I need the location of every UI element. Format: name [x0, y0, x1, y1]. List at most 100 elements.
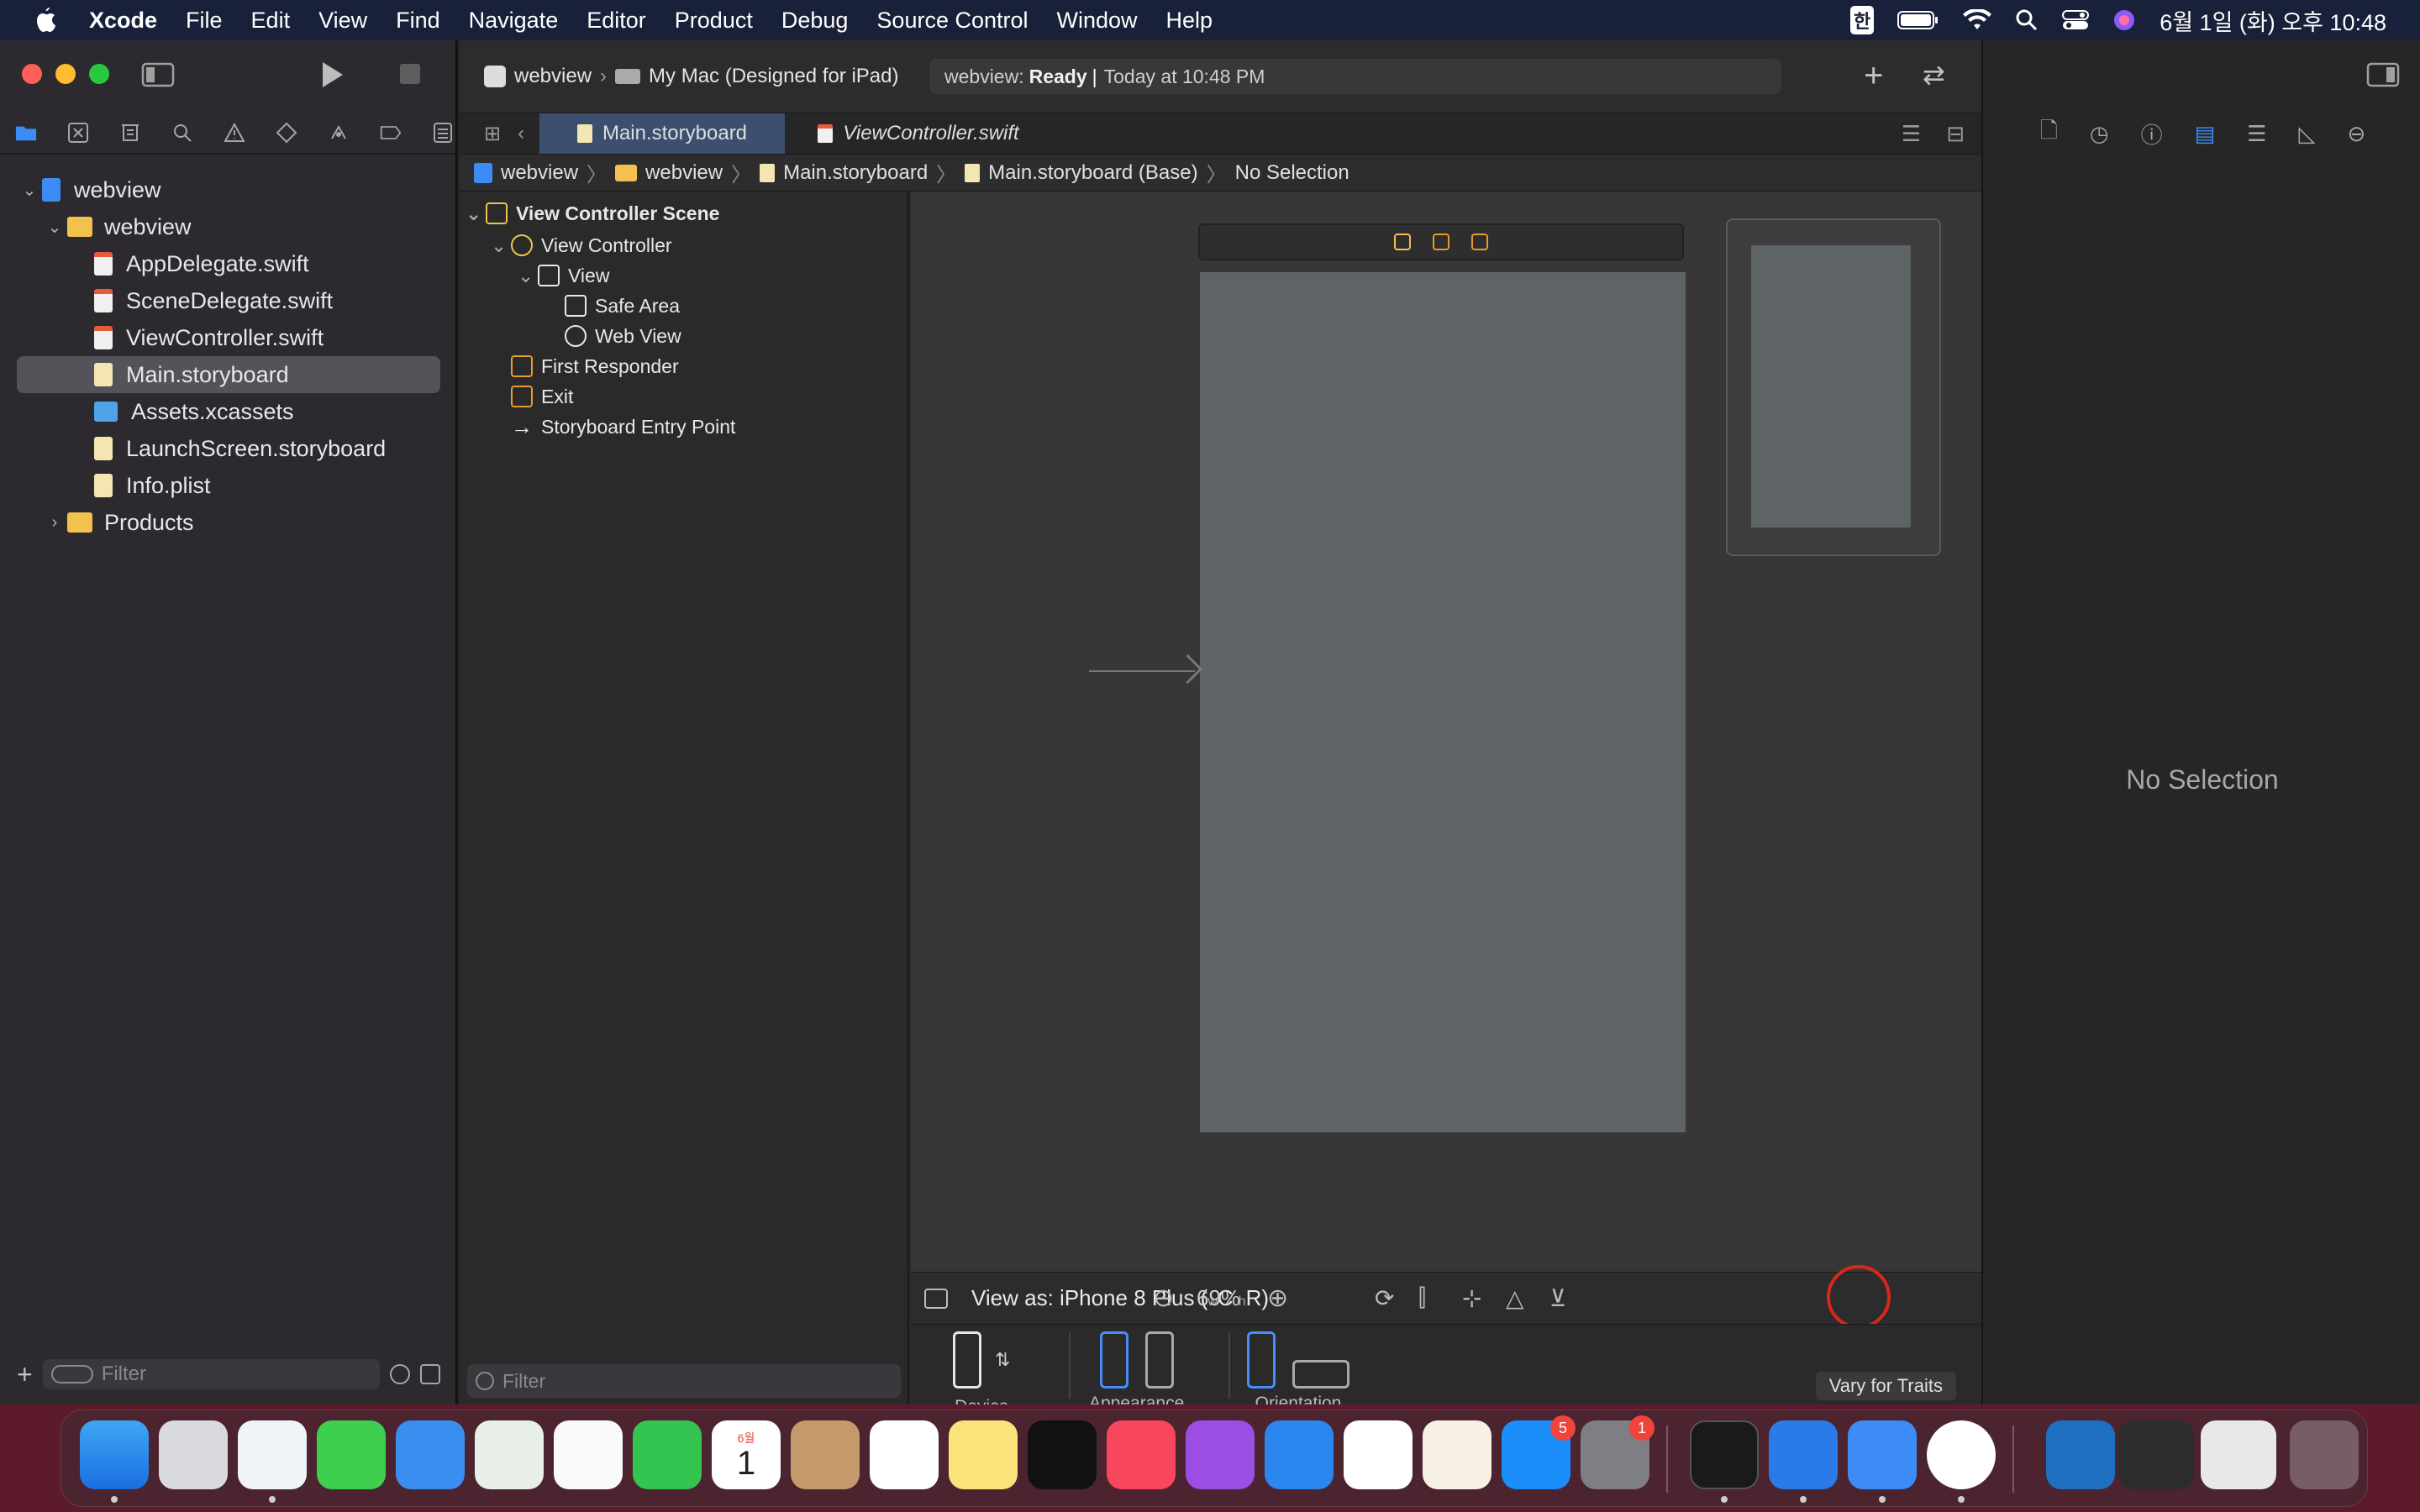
apple-menu-icon[interactable] [34, 7, 81, 34]
test-navigator-icon[interactable] [276, 122, 297, 144]
toggle-navigator-icon[interactable] [141, 62, 175, 87]
chevron-down-icon[interactable]: ⌄ [42, 217, 67, 238]
photos-icon[interactable] [554, 1420, 623, 1489]
scheme-selector[interactable]: webview › My Mac (Designed for iPad) [484, 65, 898, 88]
code-review-arrows-icon[interactable]: ⇄ [1923, 59, 1945, 91]
appearance-picker[interactable]: Appearance [1089, 1331, 1184, 1404]
spotlight-search-icon[interactable] [2015, 8, 2039, 32]
storyboard-canvas[interactable] [911, 192, 1981, 1272]
library-plus-icon[interactable]: + [1864, 57, 1883, 95]
file-inspector-icon[interactable]: 🗋 [2040, 115, 2058, 152]
device-picker[interactable]: ⇅ Device [953, 1331, 1010, 1404]
orientation-picker[interactable]: Orientation [1247, 1331, 1349, 1404]
tree-item-scenedelegate[interactable]: SceneDelegate.swift [94, 282, 333, 319]
outline-web-view[interactable]: Web View [565, 321, 681, 351]
source-control-filter-icon[interactable] [420, 1364, 440, 1384]
view-controller-dock-icon[interactable] [1394, 234, 1411, 250]
tree-item-viewcontroller[interactable]: ViewController.swift [94, 319, 324, 356]
messages-icon[interactable] [317, 1420, 386, 1489]
debug-navigator-icon[interactable] [328, 122, 350, 144]
update-frames-icon[interactable]: ⟳ [1375, 1284, 1394, 1312]
wifi-icon[interactable] [1963, 9, 1992, 31]
outline-view-controller[interactable]: ⌄ View Controller [491, 230, 672, 260]
exit-dock-icon[interactable] [1471, 234, 1488, 250]
minimized-window-thumbnail[interactable] [2118, 1420, 2194, 1489]
toggle-outline-icon[interactable] [924, 1288, 948, 1309]
battery-icon[interactable] [1897, 10, 1939, 30]
xcode-beta-icon[interactable] [1769, 1420, 1838, 1489]
embed-in-icon[interactable]: ⊻ [1549, 1284, 1567, 1312]
menu-help[interactable]: Help [1152, 8, 1228, 34]
menu-edit[interactable]: Edit [237, 8, 305, 34]
zoom-in-icon[interactable]: ⊕ [1267, 1284, 1288, 1313]
tree-item-project[interactable]: ⌄ webview [17, 171, 161, 208]
system-preferences-icon[interactable]: 1 [1581, 1415, 1655, 1489]
jumpbar-selection[interactable]: No Selection [1235, 161, 1349, 185]
jumpbar-file[interactable]: Main.storyboard [783, 161, 928, 185]
portrait-orientation-icon[interactable] [1247, 1331, 1276, 1389]
zoom-window-button[interactable] [89, 64, 109, 84]
chevron-right-icon[interactable]: › [42, 513, 67, 533]
storyboard-entry-arrow[interactable] [1089, 670, 1195, 672]
connections-inspector-icon[interactable]: ⊖ [2348, 121, 2366, 147]
related-items-icon[interactable]: ⊞ [484, 122, 501, 146]
control-center-icon[interactable] [2062, 9, 2090, 31]
podcasts-icon[interactable] [1186, 1420, 1255, 1489]
attributes-inspector-icon[interactable]: ☰ [2247, 121, 2266, 147]
outline-safe-area[interactable]: Safe Area [565, 291, 680, 321]
first-responder-dock-icon[interactable] [1433, 234, 1449, 250]
add-file-icon[interactable]: + [17, 1359, 33, 1390]
pages-icon[interactable] [1423, 1420, 1491, 1489]
scene-dock-bar[interactable] [1198, 223, 1684, 260]
report-navigator-icon[interactable] [432, 122, 454, 144]
notes-icon[interactable] [949, 1420, 1018, 1489]
menu-app-name[interactable]: Xcode [81, 8, 171, 34]
tab-main-storyboard[interactable]: Main.storyboard [539, 113, 785, 154]
run-button-icon[interactable] [319, 60, 345, 89]
filter-options-icon[interactable] [50, 1365, 93, 1383]
tab-viewcontroller-swift[interactable]: ViewController.swift [785, 113, 1052, 154]
tree-item-group-webview[interactable]: ⌄ webview [42, 208, 192, 245]
tree-item-launchscreen[interactable]: LaunchScreen.storyboard [94, 430, 386, 467]
chevron-updown-icon[interactable]: ⇅ [995, 1349, 1010, 1371]
app-store-icon[interactable]: 5 [1502, 1415, 1576, 1489]
menu-file[interactable]: File [171, 8, 237, 34]
menubar-clock[interactable]: 6월 1일 (화) 오후 10:48 [2160, 4, 2386, 37]
maps-icon[interactable] [475, 1420, 544, 1489]
menu-source-control[interactable]: Source Control [862, 8, 1042, 34]
project-navigator-folder-icon[interactable] [15, 122, 37, 144]
mail-icon[interactable] [396, 1420, 465, 1489]
numbers-icon[interactable] [1344, 1420, 1413, 1489]
input-source-indicator[interactable]: 한 [1849, 6, 1875, 34]
chevron-down-icon[interactable]: ⌄ [466, 202, 486, 225]
add-constraints-icon[interactable]: ⊹ [1462, 1284, 1481, 1312]
chevron-down-icon[interactable]: ⌄ [518, 265, 538, 287]
outline-exit[interactable]: Exit [511, 381, 573, 412]
quick-help-icon[interactable]: ⓘ [2141, 118, 2163, 150]
vary-for-traits-button[interactable]: Vary for Traits [1815, 1372, 1956, 1400]
reminders-icon[interactable] [870, 1420, 939, 1489]
jumpbar-group[interactable]: webview [645, 161, 723, 185]
menu-window[interactable]: Window [1043, 8, 1152, 34]
view-controller-canvas-view[interactable] [1200, 272, 1686, 1132]
menu-find[interactable]: Find [381, 8, 455, 34]
outline-scene[interactable]: ⌄ View Controller Scene [466, 198, 719, 228]
resolve-autolayout-icon[interactable]: △ [1506, 1284, 1524, 1312]
menu-view[interactable]: View [304, 8, 381, 34]
zoom-level[interactable]: 69% [1197, 1285, 1240, 1311]
safari-icon[interactable] [238, 1420, 307, 1489]
chevron-down-icon[interactable]: ⌄ [491, 234, 511, 257]
size-inspector-icon[interactable]: ◺ [2299, 121, 2316, 147]
find-navigator-icon[interactable] [171, 122, 193, 144]
editor-options-lines-icon[interactable]: ☰ [1902, 121, 1921, 147]
close-window-button[interactable] [22, 64, 42, 84]
outline-view[interactable]: ⌄ View [518, 260, 609, 291]
music-icon[interactable] [1107, 1420, 1176, 1489]
siri-icon[interactable] [2112, 8, 2136, 32]
zoom-out-icon[interactable]: ⊖ [1153, 1284, 1174, 1313]
menu-editor[interactable]: Editor [572, 8, 660, 34]
tree-item-assets[interactable]: Assets.xcassets [94, 393, 294, 430]
symbol-navigator-icon[interactable] [119, 122, 141, 144]
issue-navigator-icon[interactable] [224, 122, 245, 144]
minimize-window-button[interactable] [55, 64, 76, 84]
